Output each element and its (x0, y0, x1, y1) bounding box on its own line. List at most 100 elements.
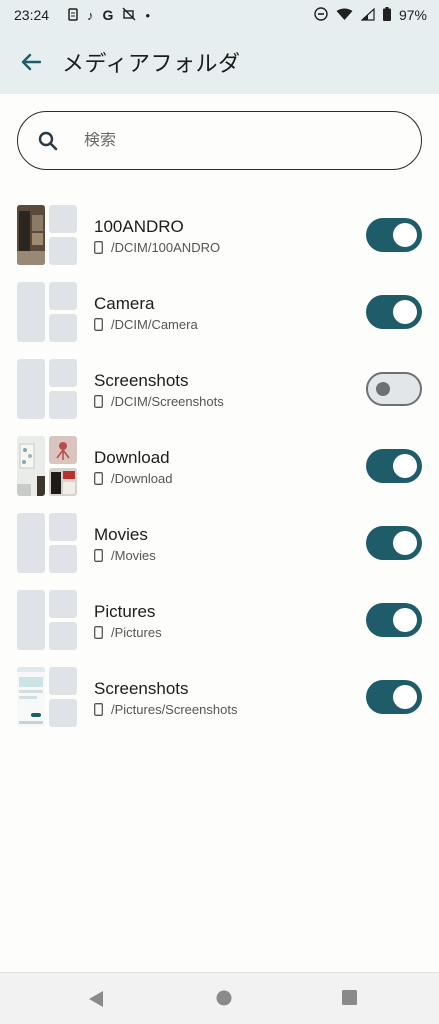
nav-recents-button[interactable] (342, 990, 357, 1010)
folder-path-text: /Movies (111, 548, 156, 563)
folder-name: 100ANDRO (94, 217, 184, 236)
phone-icon (94, 549, 103, 562)
page-title: メディアフォルダ (62, 51, 241, 76)
placeholder-thumbnail (49, 282, 77, 310)
folder-name: Screenshots (94, 679, 189, 698)
placeholder-thumbnail (49, 622, 77, 650)
dot-icon: • (145, 7, 150, 23)
folder-thumbnails (17, 436, 77, 496)
folder-toggle[interactable] (366, 449, 422, 483)
toggle-knob (393, 223, 417, 247)
wifi-icon (336, 8, 353, 23)
google-icon: G (102, 7, 114, 23)
folder-thumbnails (17, 205, 77, 265)
music-note-icon: ♪ (87, 7, 94, 23)
arrow-left-icon (21, 53, 41, 71)
battery-percent: 97% (398, 7, 427, 23)
toggle-knob (393, 531, 417, 555)
system-nav-bar (0, 972, 439, 1024)
folder-path: /Movies (94, 548, 156, 563)
folder-path: /DCIM/Screenshots (94, 394, 224, 409)
folder-row-download[interactable]: Download /Download (0, 434, 439, 511)
phone-icon (94, 472, 103, 485)
folder-name: Pictures (94, 602, 156, 621)
phone-icon (94, 395, 103, 408)
photo-thumbnail (17, 205, 45, 265)
folder-row-pictures[interactable]: Pictures /Pictures (0, 588, 439, 665)
folder-toggle[interactable] (366, 218, 422, 252)
placeholder-thumbnail (49, 699, 77, 727)
placeholder-thumbnail (49, 237, 77, 265)
folder-path-text: /Pictures (111, 625, 162, 640)
folder-toggle[interactable] (366, 526, 422, 560)
folder-path: /DCIM/Camera (94, 317, 198, 332)
folder-path: /Download (94, 471, 172, 486)
folder-toggle[interactable] (366, 372, 422, 406)
placeholder-thumbnail (49, 513, 77, 541)
photo-thumbnail (49, 436, 77, 464)
toggle-knob (393, 300, 417, 324)
placeholder-thumbnail (49, 545, 77, 573)
phone-icon (94, 318, 103, 331)
photo-thumbnail (17, 436, 45, 496)
folder-path: /Pictures (94, 625, 162, 640)
nav-home-button[interactable] (216, 990, 232, 1011)
phone-icon (94, 241, 103, 254)
dnd-icon (314, 7, 328, 23)
folder-row-movies[interactable]: Movies /Movies (0, 511, 439, 588)
folder-path-text: /Download (111, 471, 173, 486)
phone-icon (94, 626, 103, 639)
folder-path-text: /DCIM/100ANDRO (111, 240, 221, 255)
folder-path: /DCIM/100ANDRO (94, 240, 220, 255)
folder-name: Download (94, 448, 170, 467)
placeholder-thumbnail (49, 314, 77, 342)
placeholder-thumbnail (17, 513, 45, 573)
placeholder-thumbnail (49, 359, 77, 387)
battery-icon (382, 7, 391, 23)
back-button[interactable] (16, 47, 46, 77)
nav-back-button[interactable] (88, 990, 104, 1013)
folder-thumbnails (17, 667, 77, 727)
folder-thumbnails (17, 282, 77, 342)
folder-row-screenshots-pictures[interactable]: Screenshots /Pictures/Screenshots (0, 665, 439, 742)
placeholder-thumbnail (49, 391, 77, 419)
toggle-knob (393, 685, 417, 709)
phone-icon (94, 703, 103, 716)
search-bar[interactable] (17, 111, 422, 170)
folder-row-screenshots-dcim[interactable]: Screenshots /DCIM/Screenshots (0, 357, 439, 434)
screenshot-thumbnail (17, 667, 45, 727)
cell-signal-icon (360, 7, 375, 23)
search-icon (38, 131, 58, 150)
folder-row-100andro[interactable]: 100ANDRO /DCIM/100ANDRO (0, 203, 439, 280)
toggle-knob (393, 454, 417, 478)
no-signal-icon (122, 7, 136, 23)
photo-thumbnail (49, 468, 77, 496)
folder-toggle[interactable] (366, 680, 422, 714)
folder-path-text: /DCIM/Camera (111, 317, 198, 332)
folder-toggle[interactable] (366, 603, 422, 637)
placeholder-thumbnail (17, 359, 45, 419)
folder-thumbnails (17, 513, 77, 573)
folder-name: Screenshots (94, 371, 189, 390)
folder-path-text: /Pictures/Screenshots (111, 702, 238, 717)
status-time: 23:24 (14, 7, 50, 23)
placeholder-thumbnail (49, 667, 77, 695)
placeholder-thumbnail (49, 590, 77, 618)
home-circle-icon (216, 990, 232, 1006)
toggle-knob (393, 608, 417, 632)
folder-row-camera[interactable]: Camera /DCIM/Camera (0, 280, 439, 357)
search-input[interactable] (84, 131, 384, 150)
folder-thumbnails (17, 590, 77, 650)
placeholder-thumbnail (49, 205, 77, 233)
folder-list: 100ANDRO /DCIM/100ANDRO Camera /DCIM/Cam… (0, 203, 439, 742)
app-bar: メディアフォルダ (0, 30, 439, 94)
folder-path-text: /DCIM/Screenshots (111, 394, 224, 409)
folder-thumbnails (17, 359, 77, 419)
folder-name: Camera (94, 294, 155, 313)
toggle-knob (376, 382, 390, 396)
folder-toggle[interactable] (366, 295, 422, 329)
status-bar: 23:24 ♪ G • 97% (0, 0, 439, 30)
recents-square-icon (342, 990, 357, 1005)
folder-name: Movies (94, 525, 148, 544)
folder-path: /Pictures/Screenshots (94, 702, 237, 717)
